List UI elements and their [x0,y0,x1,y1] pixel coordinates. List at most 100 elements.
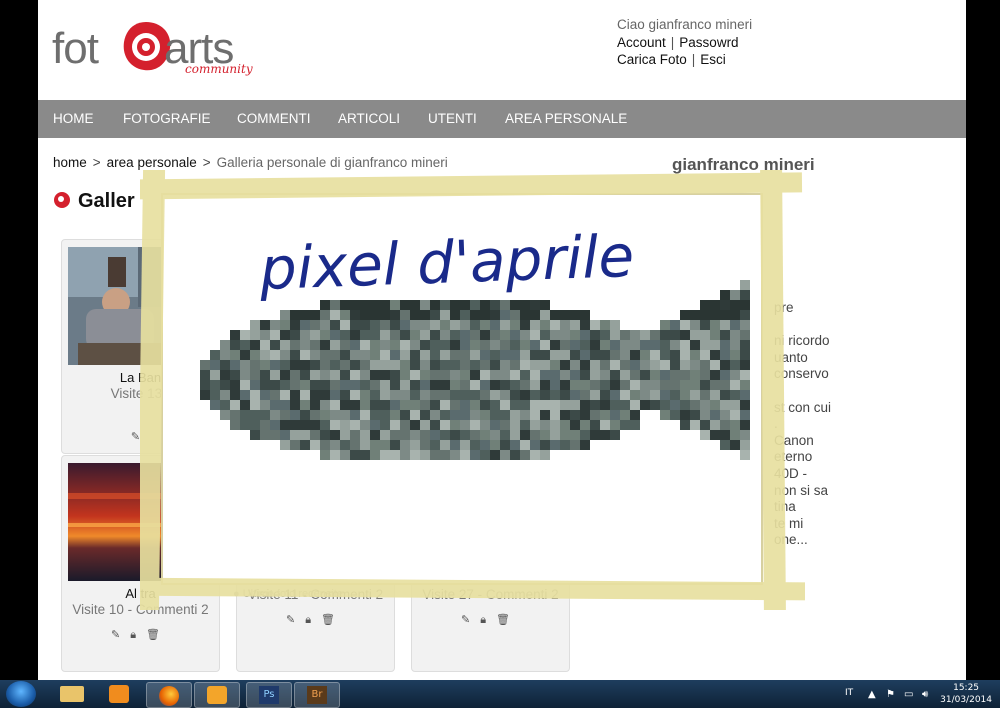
system-clock[interactable]: 15:25 31/03/2014 [940,682,992,706]
fish-pixel [340,380,350,390]
fish-pixel [680,310,690,320]
action-center-flag-icon[interactable]: ⚑ [886,689,895,700]
fish-pixel [480,350,490,360]
fish-pixel [590,340,600,350]
nav-articoli[interactable]: ARTICOLI [338,111,400,126]
explorer-taskbar-button[interactable] [50,682,94,706]
fish-pixel [690,310,700,320]
account-link[interactable]: Account [617,35,666,50]
fish-pixel [550,310,560,320]
show-hidden-icons-icon[interactable]: ▲ [868,689,876,700]
fish-pixel [220,410,230,420]
fish-pixel [610,370,620,380]
fish-pixel [370,370,380,380]
start-button[interactable] [6,681,36,707]
fish-pixel [560,390,570,400]
fish-pixel [420,440,430,450]
fish-pixel [350,440,360,450]
fish-pixel [450,350,460,360]
lock-icon[interactable]: 🔒︎ [480,614,496,626]
fish-pixel [440,440,450,450]
fish-pixel [340,400,350,410]
nav-fotografie[interactable]: FOTOGRAFIE [123,111,211,126]
network-icon[interactable]: ▭ [904,689,913,700]
fish-pixel [510,300,520,310]
fish-pixel [460,370,470,380]
fish-pixel [630,420,640,430]
site-logo[interactable]: fot arts community [52,18,253,80]
fish-pixel [580,370,590,380]
nav-utenti[interactable]: UTENTI [428,111,477,126]
fish-pixel [320,370,330,380]
fish-pixel [450,340,460,350]
fish-pixel [360,350,370,360]
fish-pixel [390,420,400,430]
fish-pixel [440,450,450,460]
fish-pixel [410,360,420,370]
trash-icon[interactable]: 🗑︎ [321,614,345,626]
password-link[interactable]: Passowrd [679,35,738,50]
fish-pixel [270,420,280,430]
fish-pixel [730,300,740,310]
volume-icon[interactable]: 🔊︎ [922,689,928,700]
edit-icon[interactable]: ✎ [286,614,305,626]
fish-pixel [630,360,640,370]
language-indicator[interactable]: IT [845,688,853,698]
trash-icon[interactable]: 🗑︎ [496,614,520,626]
breadcrumb-area[interactable]: area personale [107,155,197,170]
fish-pixel [380,380,390,390]
logout-link[interactable]: Esci [700,52,726,67]
upload-photo-link[interactable]: Carica Foto [617,52,687,67]
fish-pixel [550,380,560,390]
fish-pixel [400,300,410,310]
fish-pixel [230,380,240,390]
fish-pixel [710,420,720,430]
fish-pixel [700,370,710,380]
fish-pixel [300,310,310,320]
nav-commenti[interactable]: COMMENTI [237,111,311,126]
bridge-taskbar-button[interactable]: Br [294,682,340,708]
fish-pixel [610,380,620,390]
firefox-taskbar-button[interactable] [146,682,192,708]
nav-home[interactable]: HOME [53,111,94,126]
fish-pixel [460,450,470,460]
fish-pixel [320,350,330,360]
fish-pixel [560,340,570,350]
fish-pixel [480,450,490,460]
photoshop-taskbar-button[interactable]: Ps [246,682,292,708]
nav-area-personale[interactable]: AREA PERSONALE [505,111,627,126]
fish-pixel [660,340,670,350]
outlook-taskbar-button[interactable] [194,682,240,708]
fish-pixel [440,420,450,430]
fish-pixel [460,340,470,350]
fish-pixel [590,330,600,340]
breadcrumb-home[interactable]: home [53,155,87,170]
fish-pixel [550,430,560,440]
fish-pixel [260,380,270,390]
fish-pixel [610,340,620,350]
fish-pixel [210,390,220,400]
fish-pixel [530,370,540,380]
lock-icon[interactable]: 🔒︎ [305,614,321,626]
lock-icon[interactable]: 🔒︎ [130,629,146,641]
fish-pixel [420,390,430,400]
trash-icon[interactable]: 🗑︎ [146,629,170,641]
fish-pixel [350,370,360,380]
fish-pixel [600,400,610,410]
fish-pixel [300,420,310,430]
mediaplayer-taskbar-button[interactable] [97,682,141,706]
fish-pixel [560,360,570,370]
fish-pixel [310,360,320,370]
fish-pixel [550,410,560,420]
fish-pixel [410,370,420,380]
fish-pixel [210,370,220,380]
fish-pixel [620,420,630,430]
fish-pixel [440,390,450,400]
fish-pixel [350,380,360,390]
edit-icon[interactable]: ✎ [111,629,130,641]
fish-pixel [370,320,380,330]
fish-pixel [240,370,250,380]
edit-icon[interactable]: ✎ [461,614,480,626]
fish-pixel [430,440,440,450]
fish-pixel [500,430,510,440]
